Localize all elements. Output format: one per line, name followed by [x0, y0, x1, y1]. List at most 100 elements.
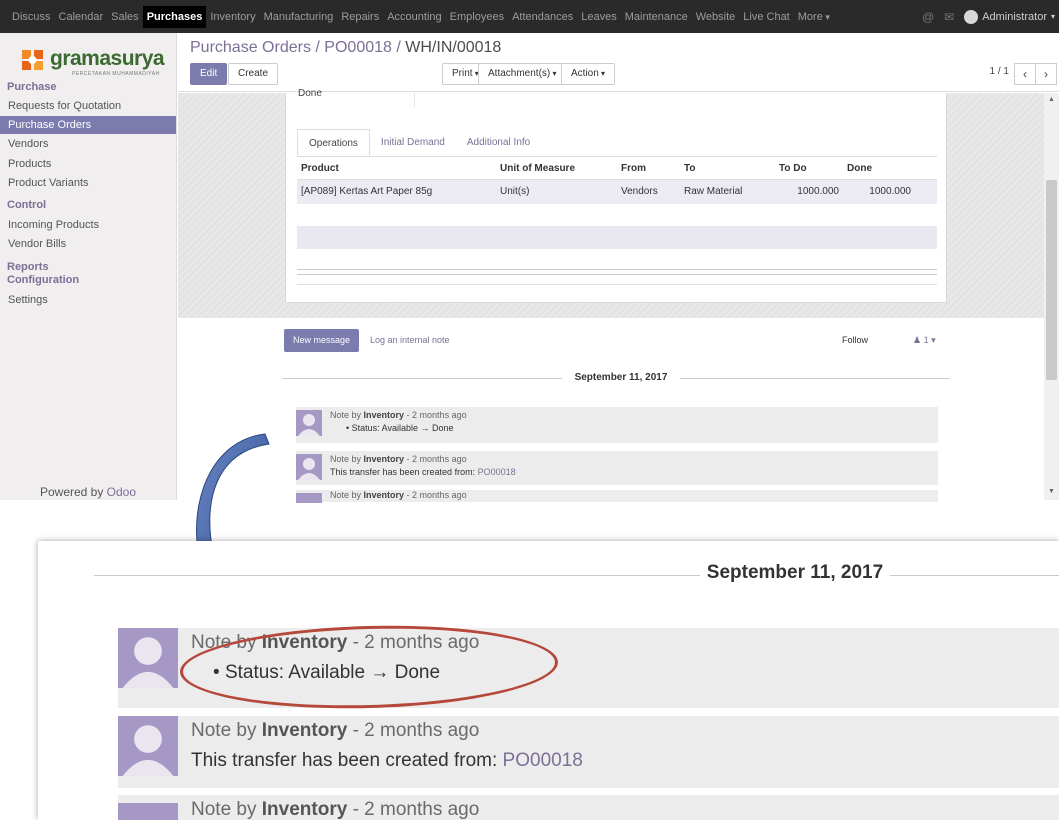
po-link[interactable]: PO00018	[478, 467, 516, 477]
tab-operations[interactable]: Operations	[297, 129, 370, 156]
menu-website[interactable]: Website	[692, 11, 740, 23]
note-prefix: Note by	[330, 490, 364, 500]
followers-button[interactable]: ♟ 1 ▾	[913, 335, 936, 346]
sidebar-item-requests-for-quotation[interactable]: Requests for Quotation	[0, 97, 176, 115]
create-button[interactable]: Create	[228, 63, 279, 85]
column-header-spacer	[915, 158, 937, 179]
avatar[interactable]	[118, 716, 178, 776]
column-header-from[interactable]: From	[617, 158, 680, 179]
logo-text: gramasurya	[50, 47, 165, 70]
sidebar-section-reports[interactable]: Reports	[7, 261, 49, 273]
menu-live-chat[interactable]: Live Chat	[739, 11, 793, 23]
menu-sales[interactable]: Sales	[107, 11, 143, 23]
top-right-tools: @ ✉ Administrator ▾	[922, 0, 1055, 33]
sidebar-item-vendors[interactable]: Vendors	[0, 135, 176, 153]
breadcrumb-separator: /	[315, 39, 320, 56]
breadcrumb-separator: /	[396, 39, 401, 56]
menu-maintenance[interactable]: Maintenance	[621, 11, 692, 23]
menu-leaves[interactable]: Leaves	[577, 11, 620, 23]
message-author[interactable]: Inventory	[262, 720, 348, 741]
cell-to-do: 1000.000	[797, 186, 839, 197]
message-header: Note by Inventory - 2 months ago	[330, 490, 467, 500]
date-divider-left	[282, 378, 562, 379]
breadcrumb-current: WH/IN/00018	[405, 39, 502, 56]
menu-purchases[interactable]: Purchases	[142, 5, 207, 28]
menu-inventory[interactable]: Inventory	[206, 11, 259, 23]
message-time: - 2 months ago	[404, 410, 467, 420]
column-header-done[interactable]: Done	[843, 158, 915, 179]
table-empty-row	[297, 226, 937, 249]
menu-employees[interactable]: Employees	[446, 11, 508, 23]
chat-icon[interactable]: ✉	[944, 10, 954, 24]
action-dropdown[interactable]: Action	[561, 63, 616, 85]
new-message-button[interactable]: New message	[284, 329, 360, 352]
breadcrumb-purchase-orders[interactable]: Purchase Orders	[190, 39, 311, 56]
message-header: Note by Inventory - 2 months ago	[191, 799, 479, 820]
caret-down-icon: ▾	[1050, 12, 1055, 21]
zoom-date-separator: September 11, 2017	[706, 562, 884, 583]
avatar[interactable]	[296, 410, 322, 436]
chevron-right-icon[interactable]: ›	[1035, 63, 1057, 85]
log-note-button[interactable]: Log an internal note	[370, 335, 450, 345]
sidebar-item-product-variants[interactable]: Product Variants	[0, 174, 176, 192]
table-row[interactable]: [AP089] Kertas Art Paper 85g Unit(s) Ven…	[297, 180, 937, 204]
column-header-to-do[interactable]: To Do	[775, 158, 843, 179]
breadcrumb-po[interactable]: PO00018	[324, 39, 392, 56]
message-author[interactable]: Inventory	[364, 490, 405, 500]
sidebar-item-settings[interactable]: Settings	[0, 291, 176, 309]
menu-more[interactable]: More	[794, 11, 834, 23]
avatar[interactable]	[118, 628, 178, 688]
message-author[interactable]: Inventory	[364, 410, 405, 420]
scroll-down-icon[interactable]: ▼	[1046, 488, 1057, 495]
sidebar-item-vendor-bills[interactable]: Vendor Bills	[0, 235, 176, 253]
message-author[interactable]: Inventory	[262, 799, 348, 820]
status-field-label: Done	[298, 88, 322, 99]
chatter-message: Note by Inventory - 2 months ago • Statu…	[296, 407, 938, 443]
breadcrumb: Purchase Orders / PO00018 / WH/IN/00018	[190, 39, 501, 57]
odoo-link[interactable]: Odoo	[107, 485, 136, 499]
chatter-message: Note by Inventory - 2 months ago	[296, 490, 938, 503]
avatar[interactable]	[296, 454, 322, 480]
field-divider	[414, 93, 415, 107]
message-author[interactable]: Inventory	[364, 454, 405, 464]
sidebar-item-products[interactable]: Products	[0, 155, 176, 173]
at-icon[interactable]: @	[922, 10, 934, 24]
menu-manufacturing[interactable]: Manufacturing	[260, 11, 338, 23]
message-text: This transfer has been created from:	[330, 467, 478, 477]
sidebar-section-control[interactable]: Control	[7, 199, 46, 211]
sidebar-section-configuration[interactable]: Configuration	[7, 274, 79, 286]
column-header-uom[interactable]: Unit of Measure	[496, 158, 617, 179]
scroll-up-icon[interactable]: ▲	[1046, 96, 1057, 103]
avatar[interactable]	[118, 803, 178, 820]
pager-value[interactable]: 1 / 1	[990, 66, 1009, 77]
follow-button[interactable]: Follow	[842, 335, 868, 345]
scrollbar-thumb[interactable]	[1046, 180, 1057, 380]
tabs-underline	[297, 156, 937, 157]
menu-calendar[interactable]: Calendar	[55, 11, 108, 23]
menu-attendances[interactable]: Attendances	[508, 11, 577, 23]
cell-uom: Unit(s)	[500, 186, 530, 197]
message-body: • Status: Available → Done	[330, 423, 454, 433]
sidebar-section-purchase[interactable]: Purchase	[7, 81, 57, 93]
company-logo[interactable]: gramasurya PERCETAKAN MUHAMMADIYAH	[20, 39, 165, 79]
menu-accounting[interactable]: Accounting	[383, 11, 445, 23]
logo-mark-icon	[22, 50, 43, 70]
avatar[interactable]	[296, 493, 322, 503]
message-text: This transfer has been created from:	[191, 750, 503, 771]
tab-additional-info[interactable]: Additional Info	[456, 129, 541, 156]
sidebar-item-purchase-orders[interactable]: Purchase Orders	[0, 116, 176, 134]
menu-discuss[interactable]: Discuss	[8, 11, 55, 23]
menu-repairs[interactable]: Repairs	[337, 11, 383, 23]
column-header-to[interactable]: To	[680, 158, 775, 179]
attachments-dropdown[interactable]: Attachment(s)	[478, 63, 567, 85]
chatter-message: Note by Inventory - 2 months ago This tr…	[296, 451, 938, 485]
edit-button[interactable]: Edit	[190, 63, 228, 85]
user-menu[interactable]: Administrator ▾	[964, 9, 1055, 24]
po-link[interactable]: PO00018	[503, 750, 583, 771]
chevron-left-icon[interactable]: ‹	[1014, 63, 1036, 85]
zoom-message: Note by Inventory - 2 months ago This tr…	[118, 716, 1059, 788]
zoom-message: Note by Inventory - 2 months ago	[118, 795, 1059, 820]
column-header-product[interactable]: Product	[297, 158, 496, 179]
sidebar-item-incoming-products[interactable]: Incoming Products	[0, 216, 176, 234]
tab-initial-demand[interactable]: Initial Demand	[370, 129, 456, 156]
